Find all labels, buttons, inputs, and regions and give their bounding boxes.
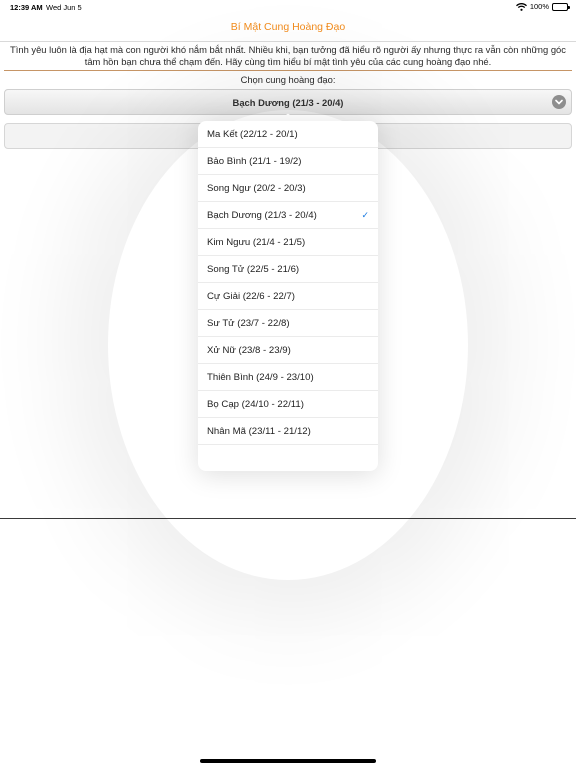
zodiac-select-value: Bạch Dương (21/3 - 20/4) <box>232 96 344 108</box>
home-indicator[interactable] <box>200 759 376 763</box>
zodiac-option-label: Thiên Bình (24/9 - 23/10) <box>207 372 314 383</box>
zodiac-option[interactable]: Cự Giải (22/6 - 22/7) <box>198 283 378 310</box>
zodiac-options-popover: Ma Kết (22/12 - 20/1) Bảo Bình (21/1 - 19… <box>198 121 378 471</box>
zodiac-option-label: Nhân Mã (23/11 - 21/12) <box>207 426 311 437</box>
picker-label: Chọn cung hoàng đạo: <box>240 74 336 85</box>
wifi-icon <box>515 2 527 11</box>
section-divider <box>4 70 572 71</box>
zodiac-option-label: Bạch Dương (21/3 - 20/4) <box>207 210 317 221</box>
zodiac-option[interactable]: Xử Nữ (23/8 - 23/9) <box>198 337 378 364</box>
status-indicators: 100% <box>515 2 570 11</box>
zodiac-option-empty <box>198 445 378 471</box>
zodiac-option-label: Song Ngư (20/2 - 20/3) <box>207 183 306 194</box>
intro-text: Tình yêu luôn là địa hạt mà con người kh… <box>10 44 566 67</box>
nav-divider <box>0 41 576 42</box>
battery-icon <box>552 2 570 11</box>
zodiac-option-label: Ma Kết (22/12 - 20/1) <box>207 129 298 140</box>
zodiac-option[interactable]: Sư Tử (23/7 - 22/8) <box>198 310 378 337</box>
zodiac-option[interactable]: Song Ngư (20/2 - 20/3) <box>198 175 378 202</box>
chevron-down-icon <box>552 95 566 109</box>
status-date: Wed Jun 5 <box>46 3 82 12</box>
zodiac-option[interactable]: Bảo Bình (21/1 - 19/2) <box>198 148 378 175</box>
zodiac-option-label: Sư Tử (23/7 - 22/8) <box>207 318 290 329</box>
zodiac-option-label: Kim Ngưu (21/4 - 21/5) <box>207 237 306 248</box>
zodiac-option-label: Cự Giải (22/6 - 22/7) <box>207 291 296 302</box>
battery-percent: 100% <box>529 2 549 11</box>
nav-title: Bí Mật Cung Hoàng Đạo <box>230 21 346 33</box>
zodiac-option-label: Song Tử (22/5 - 21/6) <box>207 264 300 275</box>
content-divider <box>0 518 576 519</box>
zodiac-option[interactable]: Bọ Cạp (24/10 - 22/11) <box>198 391 378 418</box>
zodiac-select[interactable]: Bạch Dương (21/3 - 20/4) <box>4 89 572 115</box>
zodiac-option[interactable]: Kim Ngưu (21/4 - 21/5) <box>198 229 378 256</box>
zodiac-option-label: Bảo Bình (21/1 - 19/2) <box>207 156 302 167</box>
zodiac-option[interactable]: Song Tử (22/5 - 21/6) <box>198 256 378 283</box>
zodiac-option[interactable]: Nhân Mã (23/11 - 21/12) <box>198 418 378 445</box>
status-time: 12:39 AM <box>10 3 43 12</box>
status-bar: 12:39 AM Wed Jun 5 100% <box>0 0 576 14</box>
zodiac-option-label: Xử Nữ (23/8 - 23/9) <box>207 345 291 356</box>
zodiac-option[interactable]: Bạch Dương (21/3 - 20/4) ✓ <box>198 202 378 229</box>
zodiac-option-label: Bọ Cạp (24/10 - 22/11) <box>207 399 304 410</box>
zodiac-option[interactable]: Thiên Bình (24/9 - 23/10) <box>198 364 378 391</box>
zodiac-option-list: Ma Kết (22/12 - 20/1) Bảo Bình (21/1 - 19… <box>198 121 378 471</box>
checkmark-icon: ✓ <box>361 210 369 220</box>
zodiac-option[interactable]: Ma Kết (22/12 - 20/1) <box>198 121 378 148</box>
